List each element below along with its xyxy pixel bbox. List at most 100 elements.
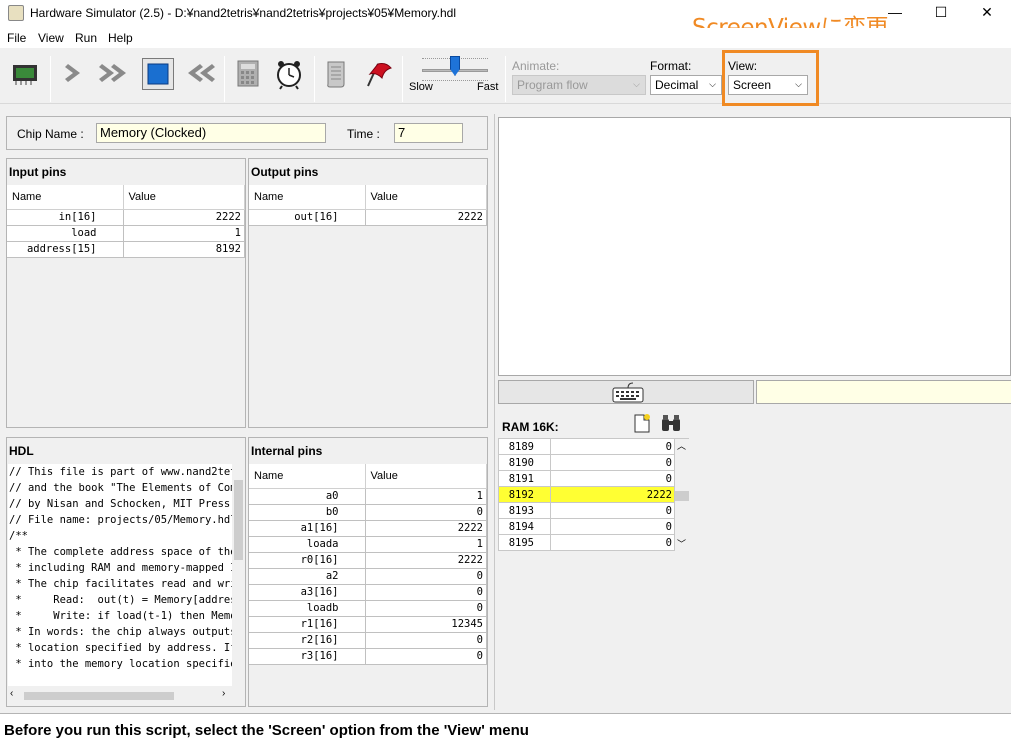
menu-view[interactable]: View xyxy=(38,31,64,45)
pin-value: 2222 xyxy=(365,209,487,226)
hdl-code-view[interactable]: // This file is part of www.nand2tetr // … xyxy=(8,464,232,686)
load-script-icon[interactable] xyxy=(322,58,352,90)
speed-slider[interactable] xyxy=(420,56,492,82)
breakpoint-icon[interactable] xyxy=(362,58,392,90)
ram-row[interactable]: 8192 2222 xyxy=(498,486,675,503)
hdl-line: // by Nisan and Schocken, MIT Press. xyxy=(9,498,232,510)
pin-value: 1 xyxy=(365,488,487,505)
hdl-line: // File name: projects/05/Memory.hdl xyxy=(9,514,232,526)
pin-name: b0 xyxy=(249,504,366,521)
hdl-line: * into the memory location specified xyxy=(9,658,232,670)
eval-icon[interactable] xyxy=(234,58,264,90)
load-file-icon[interactable] xyxy=(632,413,652,433)
scrollbar-thumb[interactable] xyxy=(234,480,243,560)
table-row[interactable]: address[15] 8192 xyxy=(7,241,245,258)
speed-slider-thumb[interactable] xyxy=(450,56,460,76)
pin-name: load xyxy=(7,225,124,242)
scroll-down-icon[interactable]: ﹀ xyxy=(677,537,686,550)
pin-value[interactable]: 8192 xyxy=(123,241,245,258)
ram-row[interactable]: 8193 0 xyxy=(498,502,675,519)
scroll-up-icon[interactable]: ︿ xyxy=(677,439,686,452)
ram-row[interactable]: 8194 0 xyxy=(498,518,675,535)
fast-label: Fast xyxy=(477,81,499,93)
ram-vertical-scrollbar[interactable]: ︿ ﹀ xyxy=(675,438,689,551)
clock-icon[interactable] xyxy=(274,58,304,90)
hdl-line: * The chip facilitates read and writ xyxy=(9,578,232,590)
ram-address: 8191 xyxy=(498,470,551,487)
menu-help[interactable]: Help xyxy=(108,31,133,45)
keyboard-input-field xyxy=(756,380,1011,404)
menu-bar: File View Run Help xyxy=(0,28,1011,48)
ram-row[interactable]: 8189 0 xyxy=(498,438,675,455)
hdl-vertical-scrollbar[interactable] xyxy=(232,464,245,686)
column-header: Name xyxy=(7,185,124,210)
ram-row[interactable]: 8195 0 xyxy=(498,534,675,551)
pin-value: 0 xyxy=(365,648,487,665)
toolbar-separator xyxy=(402,56,403,102)
hdl-line: * including RAM and memory-mapped I/ xyxy=(9,562,232,574)
pin-name: r3[16] xyxy=(249,648,366,665)
java-app-icon xyxy=(8,5,24,21)
ram-value[interactable]: 0 xyxy=(550,502,675,519)
scroll-left-icon[interactable]: ‹ xyxy=(10,688,13,699)
pin-value: 1 xyxy=(365,536,487,553)
internal-pins-title: Internal pins xyxy=(251,444,323,458)
load-chip-icon[interactable] xyxy=(10,58,40,90)
chip-info-panel: Chip Name : Memory (Clocked) Time : 7 xyxy=(6,116,488,150)
keyboard-button[interactable] xyxy=(498,380,754,404)
time-label: Time : xyxy=(347,127,380,141)
table-row: loadb 0 xyxy=(249,600,487,617)
ram-value[interactable]: 2222 xyxy=(550,486,675,503)
chip-name-field: Memory (Clocked) xyxy=(96,123,326,143)
hdl-line: * In words: the chip always outputs xyxy=(9,626,232,638)
pin-value: 0 xyxy=(365,584,487,601)
scrollbar-thumb[interactable] xyxy=(24,692,174,700)
ram-address: 8189 xyxy=(498,438,551,455)
ram-value[interactable]: 0 xyxy=(550,454,675,471)
table-row[interactable]: in[16] 2222 xyxy=(7,209,245,226)
slow-label: Slow xyxy=(409,81,433,93)
pin-name: a0 xyxy=(249,488,366,505)
hdl-panel: HDL // This file is part of www.nand2tet… xyxy=(6,437,246,707)
animate-label: Animate: xyxy=(512,59,560,73)
ram-value[interactable]: 0 xyxy=(550,518,675,535)
hdl-line: // This file is part of www.nand2tetr xyxy=(9,466,232,478)
hdl-horizontal-scrollbar[interactable]: ‹ › xyxy=(8,688,232,704)
chip-name-label: Chip Name : xyxy=(17,127,84,141)
menu-file[interactable]: File xyxy=(7,31,26,45)
single-step-icon[interactable] xyxy=(60,58,90,90)
pin-value[interactable]: 2222 xyxy=(123,209,245,226)
input-pins-title: Input pins xyxy=(9,165,67,179)
pin-value: 0 xyxy=(365,568,487,585)
table-row[interactable]: out[16] 2222 xyxy=(249,209,487,226)
pin-name: out[16] xyxy=(249,209,366,226)
toolbar: Slow Fast Animate: Program flow ⌵ Format… xyxy=(0,48,1011,104)
scrollbar-thumb[interactable] xyxy=(675,491,689,501)
column-header: Value xyxy=(365,185,487,210)
maximize-button[interactable]: ☐ xyxy=(926,2,956,24)
input-pins-panel: Input pins Name Value in[16] 2222 load 1 ad… xyxy=(6,158,246,428)
pin-value[interactable]: 1 xyxy=(123,225,245,242)
hdl-line: /** xyxy=(9,530,28,542)
menu-run[interactable]: Run xyxy=(75,31,97,45)
ram-address: 8195 xyxy=(498,534,551,551)
ram-value[interactable]: 0 xyxy=(550,438,675,455)
ram-value[interactable]: 0 xyxy=(550,534,675,551)
ram-row[interactable]: 8191 0 xyxy=(498,470,675,487)
column-header: Value xyxy=(365,464,487,489)
ram-value[interactable]: 0 xyxy=(550,470,675,487)
hdl-title: HDL xyxy=(9,444,34,458)
table-row: r1[16] 12345 xyxy=(249,616,487,633)
pin-name: r1[16] xyxy=(249,616,366,633)
format-value: Decimal xyxy=(655,78,699,92)
ram-row[interactable]: 8190 0 xyxy=(498,454,675,471)
scroll-right-icon[interactable]: › xyxy=(222,688,225,699)
run-icon[interactable] xyxy=(98,58,128,90)
reset-icon[interactable] xyxy=(182,58,215,90)
table-row[interactable]: load 1 xyxy=(7,225,245,242)
pin-name: address[15] xyxy=(7,241,124,258)
stop-icon[interactable] xyxy=(142,58,174,90)
close-button[interactable]: ✕ xyxy=(972,2,1002,24)
format-select[interactable]: Decimal ⌵ xyxy=(650,75,722,95)
binoculars-search-icon[interactable] xyxy=(660,413,682,433)
